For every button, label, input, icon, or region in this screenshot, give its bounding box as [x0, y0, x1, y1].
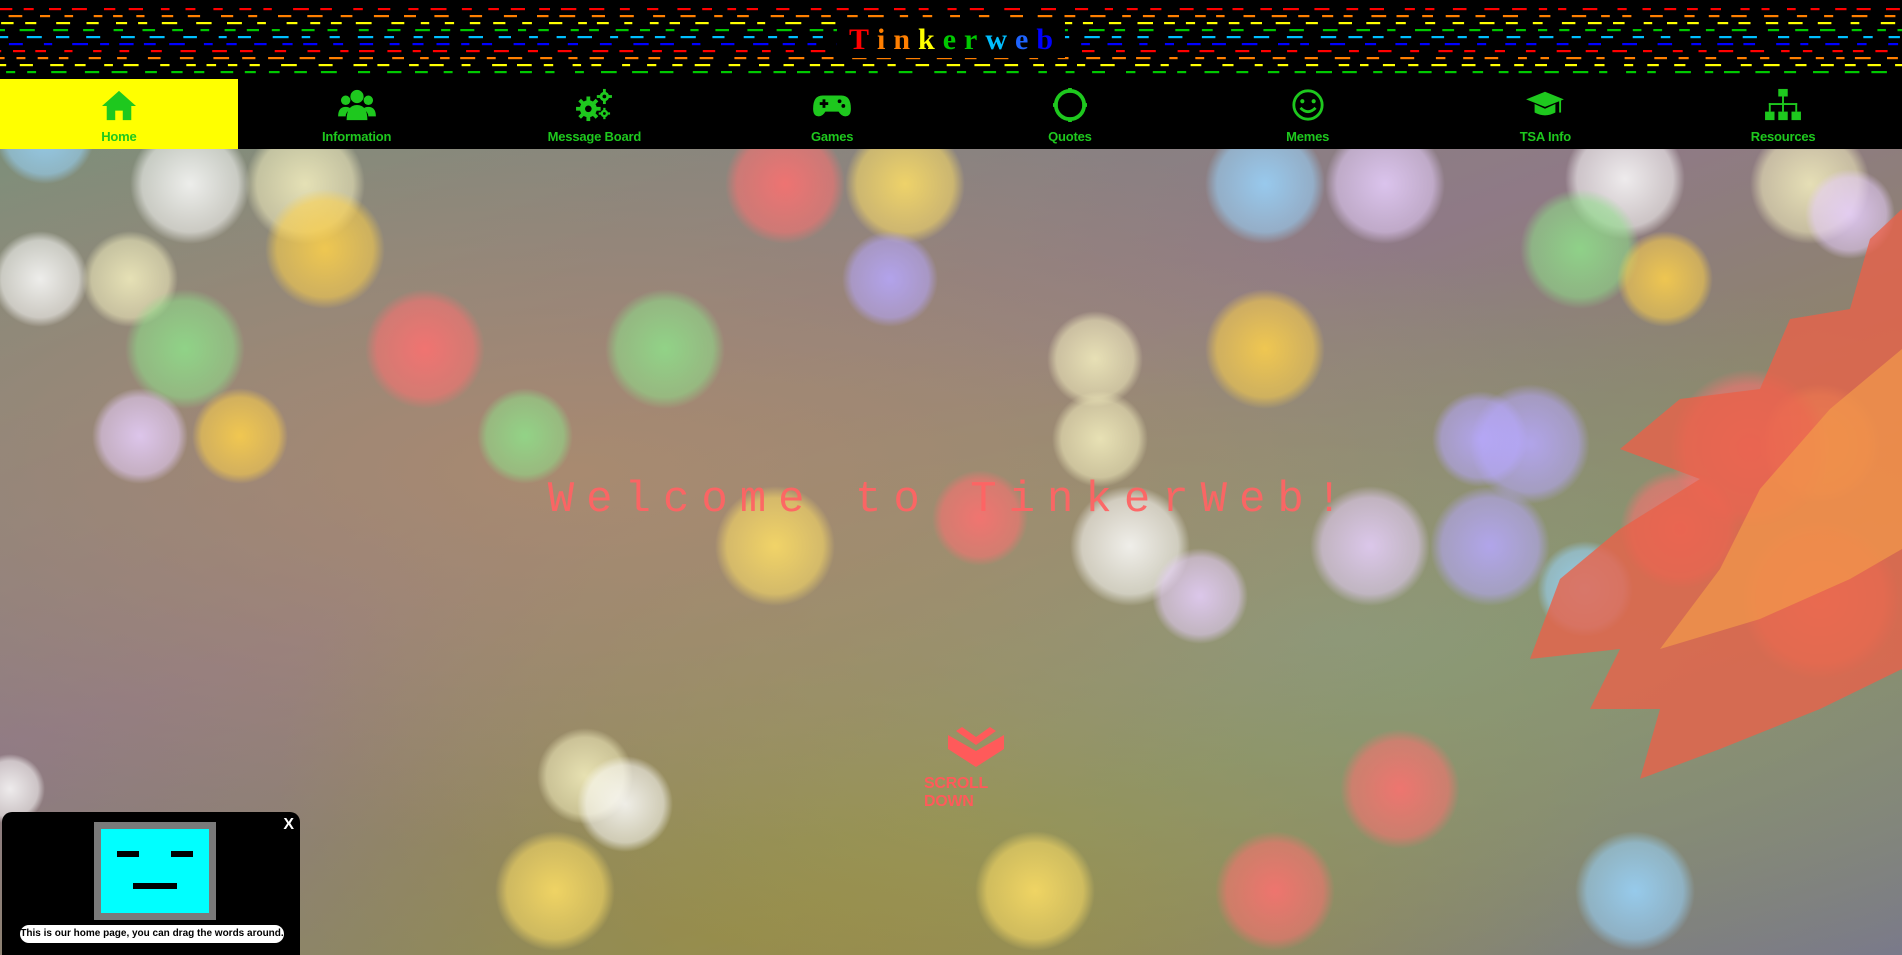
nav-item-games[interactable]: Games: [713, 79, 951, 149]
nav-label: TSA Info: [1519, 129, 1572, 144]
nav-item-home[interactable]: Home: [0, 79, 238, 149]
gamepad-icon: [812, 87, 852, 123]
chevron-down-icon: [948, 727, 1004, 767]
robot-mouth: [133, 883, 177, 889]
title-letter: e: [1015, 23, 1029, 56]
nav-item-tsa-info[interactable]: TSA Info: [1427, 79, 1665, 149]
nav-label: Home: [101, 129, 137, 144]
title-letter: i: [876, 23, 886, 56]
nav-label: Message Board: [547, 129, 642, 144]
smiley-icon: [1288, 87, 1328, 123]
title-letter: n: [893, 23, 911, 56]
title-letter: r: [964, 23, 978, 56]
robot-right-eye: [171, 851, 193, 857]
nav-label: Memes: [1286, 129, 1330, 144]
title-letter: b: [1036, 23, 1054, 56]
scroll-down-label: SCROLL DOWN: [924, 775, 988, 810]
header-banner: Tinkerweb: [0, 0, 1902, 79]
title-letter: w: [985, 23, 1008, 56]
users-icon: [337, 87, 377, 123]
close-button[interactable]: X: [283, 816, 294, 834]
robot-avatar: [94, 822, 216, 920]
robot-left-eye: [117, 851, 139, 857]
nav-label: Quotes: [1048, 129, 1092, 144]
home-icon: [99, 87, 139, 123]
circle-icon: [1050, 87, 1090, 123]
robot-face: [101, 829, 209, 913]
title-letter: T: [848, 23, 869, 56]
gears-icon: [574, 87, 614, 123]
site-title: Tinkerweb: [836, 22, 1066, 58]
nav-item-memes[interactable]: Memes: [1189, 79, 1427, 149]
scroll-down-button[interactable]: SCROLL DOWN: [924, 727, 1028, 811]
graduation-cap-icon: [1525, 87, 1565, 123]
nav-item-message-board[interactable]: Message Board: [476, 79, 714, 149]
sitemap-icon: [1763, 87, 1803, 123]
nav-item-resources[interactable]: Resources: [1664, 79, 1902, 149]
main-navbar: Home Information Message Board Games Quotes M…: [0, 79, 1902, 149]
nav-label: Games: [810, 129, 854, 144]
welcome-heading[interactable]: Welcome to TinkerWeb!: [0, 475, 1902, 525]
nav-label: Resources: [1750, 129, 1816, 144]
helper-message: This is our home page, you can drag the …: [20, 925, 284, 943]
title-letter: e: [942, 23, 957, 56]
nav-item-quotes[interactable]: Quotes: [951, 79, 1189, 149]
helper-widget[interactable]: X This is our home page, you can drag th…: [2, 812, 300, 955]
title-letter: k: [918, 23, 935, 56]
nav-item-information[interactable]: Information: [238, 79, 476, 149]
nav-label: Information: [321, 129, 392, 144]
